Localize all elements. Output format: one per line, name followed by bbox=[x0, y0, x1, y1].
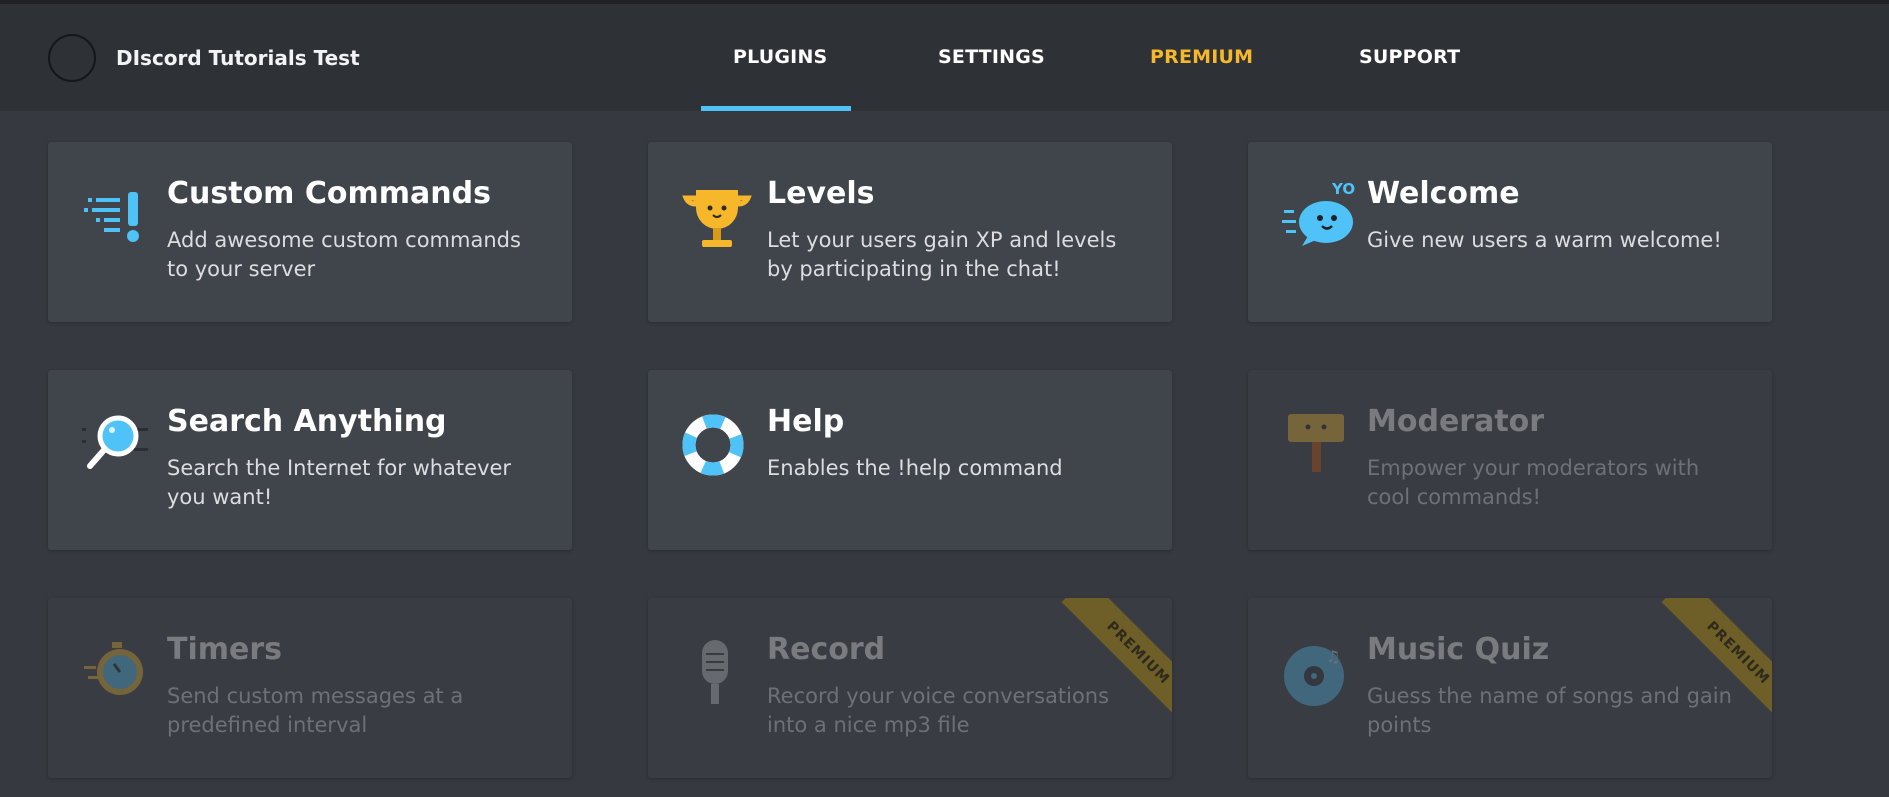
plugin-card-help[interactable]: Help Enables the !help command bbox=[648, 370, 1172, 550]
plugin-card-levels[interactable]: Levels Let your users gain XP and levels… bbox=[648, 142, 1172, 322]
plugin-title: Search Anything bbox=[167, 404, 447, 439]
music-disc-icon: ♫ bbox=[1282, 640, 1352, 710]
magnifier-icon bbox=[82, 412, 152, 482]
nav-plugins[interactable]: PLUGINS bbox=[733, 46, 827, 68]
plugin-description: Search the Internet for whatever you wan… bbox=[167, 456, 512, 509]
nav-premium[interactable]: PREMIUM bbox=[1150, 46, 1253, 68]
active-tab-indicator bbox=[701, 106, 851, 111]
plugin-title: Help bbox=[767, 404, 845, 439]
stopwatch-icon bbox=[82, 640, 152, 710]
plugin-title: Record bbox=[767, 632, 886, 667]
svg-text:♫: ♫ bbox=[1326, 647, 1340, 666]
premium-ribbon: PREMIUM bbox=[1038, 598, 1172, 732]
microphone-icon bbox=[682, 640, 752, 710]
welcome-icon-text: YO bbox=[1331, 180, 1355, 198]
plugin-card-custom-commands[interactable]: Custom Commands Add awesome custom comma… bbox=[48, 142, 572, 322]
plugin-card-record[interactable]: Record Record your voice conversations i… bbox=[648, 598, 1172, 778]
nav-settings[interactable]: SETTINGS bbox=[938, 46, 1045, 68]
plugin-card-music-quiz[interactable]: ♫ Music Quiz Guess the name of songs and… bbox=[1248, 598, 1772, 778]
server-avatar[interactable] bbox=[48, 34, 96, 82]
plugin-description: Let your users gain XP and levels by par… bbox=[767, 228, 1117, 281]
trophy-icon bbox=[682, 184, 752, 254]
nav-support[interactable]: SUPPORT bbox=[1359, 46, 1460, 68]
premium-ribbon: PREMIUM bbox=[1638, 598, 1772, 732]
plugin-description: Enables the !help command bbox=[767, 456, 1063, 480]
plugin-card-search-anything[interactable]: Search Anything Search the Internet for … bbox=[48, 370, 572, 550]
premium-ribbon-label: PREMIUM bbox=[1061, 598, 1172, 730]
plugin-title: Levels bbox=[767, 176, 875, 211]
lifebuoy-icon bbox=[682, 414, 752, 484]
plugin-title: Custom Commands bbox=[167, 176, 491, 211]
hammer-icon bbox=[1282, 414, 1352, 484]
exclamation-icon bbox=[82, 184, 152, 254]
server-name: DIscord Tutorials Test bbox=[116, 46, 360, 70]
plugin-description: Add awesome custom commands to your serv… bbox=[167, 228, 521, 281]
speech-bubble-icon: YO bbox=[1282, 178, 1355, 248]
plugin-card-timers[interactable]: Timers Send custom messages at a predefi… bbox=[48, 598, 572, 778]
plugin-title: Moderator bbox=[1367, 404, 1545, 439]
plugin-description: Send custom messages at a predefined int… bbox=[167, 684, 464, 737]
plugin-card-moderator[interactable]: Moderator Empower your moderators with c… bbox=[1248, 370, 1772, 550]
plugin-title: Music Quiz bbox=[1367, 632, 1550, 667]
header-bar: DIscord Tutorials Test PLUGINS SETTINGS … bbox=[0, 4, 1889, 111]
plugin-description: Empower your moderators with cool comman… bbox=[1367, 456, 1700, 509]
premium-ribbon-label: PREMIUM bbox=[1661, 598, 1772, 730]
plugin-description: Give new users a warm welcome! bbox=[1367, 228, 1722, 252]
plugin-card-welcome[interactable]: YO Welcome Give new users a warm welcome… bbox=[1248, 142, 1772, 322]
plugin-title: Welcome bbox=[1367, 176, 1520, 211]
plugin-title: Timers bbox=[167, 632, 283, 667]
